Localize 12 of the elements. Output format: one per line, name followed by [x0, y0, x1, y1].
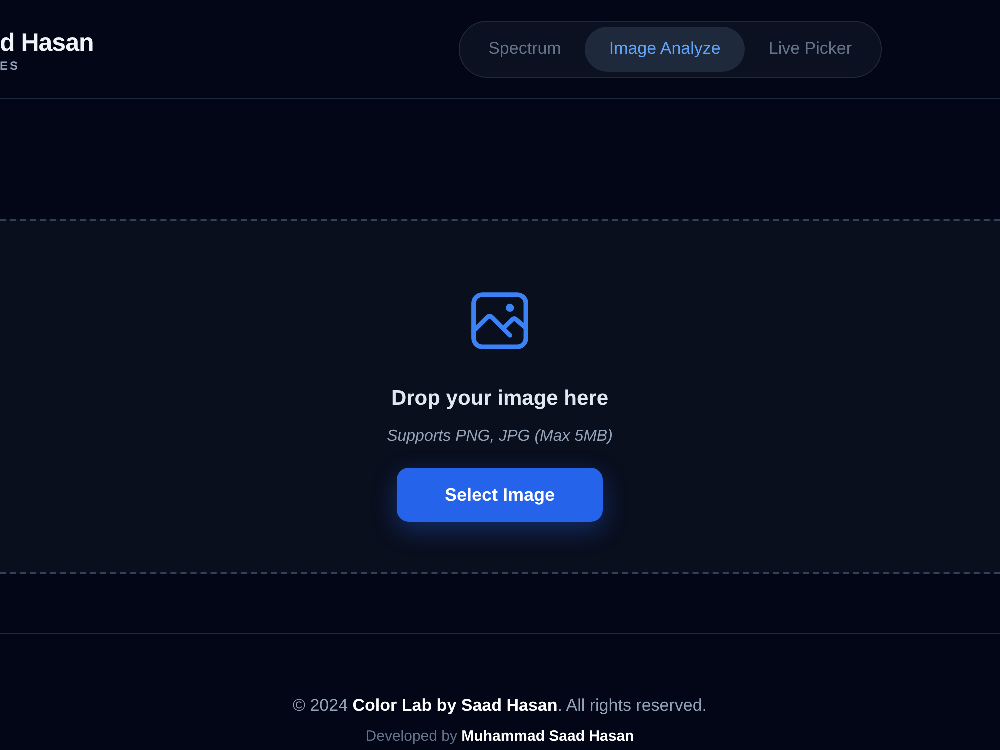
select-image-button[interactable]: Select Image: [397, 468, 603, 522]
logo-subtitle: ES: [0, 58, 22, 74]
copyright-text: © 2024 Color Lab by Saad Hasan. All rights reserved.: [292, 695, 708, 717]
drop-zone[interactable]: Drop your image here Supports PNG, JPG (Max 5MB) Select Image: [0, 219, 1000, 574]
nav-tab[interactable]: Image Analyze: [585, 26, 745, 72]
nav-tab[interactable]: Spectrum: [464, 26, 586, 72]
drop-title: Drop your image here: [391, 386, 609, 412]
image-icon: [471, 292, 529, 350]
nav-tab[interactable]: Live Picker: [744, 26, 876, 72]
credit-text: Developed by Muhammad Saad Hasan: [366, 727, 634, 747]
logo-title: d Hasan: [0, 28, 94, 58]
drop-hint: Supports PNG, JPG (Max 5MB): [387, 427, 613, 447]
